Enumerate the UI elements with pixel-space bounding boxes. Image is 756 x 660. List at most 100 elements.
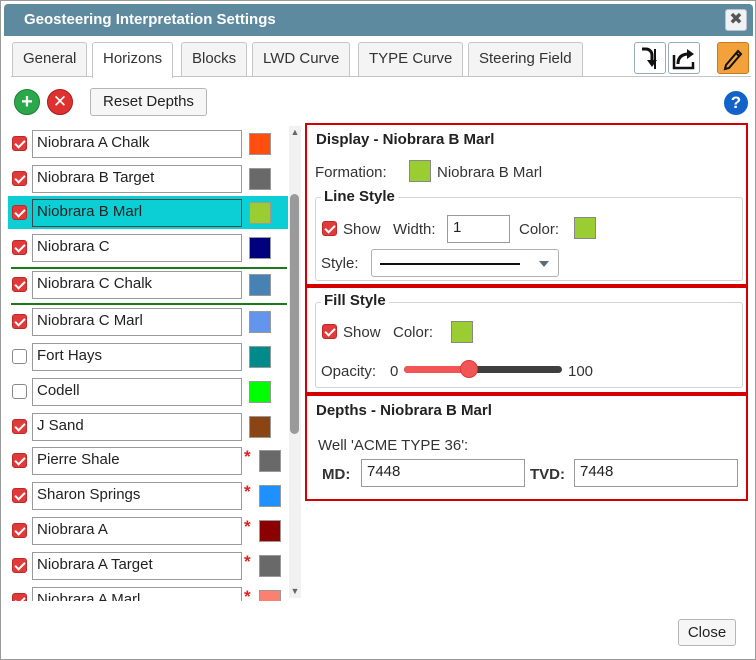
fill-show-checkbox[interactable] — [322, 324, 337, 339]
close-button[interactable]: Close — [678, 619, 736, 646]
visible-checkbox[interactable] — [12, 205, 27, 220]
depths-panel-title: Depths - Niobrara B Marl — [316, 402, 492, 419]
horizon-color-swatch[interactable] — [249, 168, 271, 190]
list-item[interactable]: Niobrara C Marl — [8, 305, 288, 338]
md-input[interactable]: 7448 — [361, 459, 525, 487]
horizon-color-swatch[interactable] — [249, 274, 271, 296]
required-marker: * — [244, 587, 251, 601]
visible-checkbox[interactable] — [12, 523, 27, 538]
reset-depths-button[interactable]: Reset Depths — [90, 88, 207, 116]
horizon-name-field[interactable]: Niobrara A Marl — [32, 587, 242, 601]
tab-type-curve[interactable]: TYPE Curve — [358, 42, 464, 76]
opacity-slider[interactable] — [404, 360, 562, 378]
opacity-min-label: 0 — [390, 363, 399, 380]
tab-lwd-curve[interactable]: LWD Curve — [252, 42, 351, 76]
horizon-color-swatch[interactable] — [249, 416, 271, 438]
visible-checkbox[interactable] — [12, 488, 27, 503]
slider-thumb[interactable] — [460, 360, 478, 378]
required-marker: * — [244, 447, 251, 466]
export-share-icon[interactable] — [668, 42, 700, 74]
horizon-color-swatch[interactable] — [259, 555, 281, 577]
line-color-swatch[interactable] — [574, 217, 596, 239]
scroll-up-icon[interactable]: ▲ — [289, 127, 301, 139]
horizon-name-field[interactable]: Niobrara A Target — [32, 552, 242, 580]
horizon-name-field[interactable]: J Sand — [32, 413, 242, 441]
horizon-name-field[interactable]: Niobrara B Target — [32, 165, 242, 193]
list-item[interactable]: Pierre Shale * — [8, 444, 288, 477]
tab-horizons[interactable]: Horizons — [92, 42, 174, 78]
well-label: Well 'ACME TYPE 36': — [318, 437, 469, 454]
line-width-input[interactable]: 1 — [447, 215, 510, 243]
list-item[interactable]: Niobrara B Target — [8, 162, 288, 195]
edit-pencil-icon[interactable] — [717, 42, 749, 74]
horizon-name-field[interactable]: Niobrara A — [32, 517, 242, 545]
visible-checkbox[interactable] — [12, 277, 27, 292]
tab-blocks[interactable]: Blocks — [181, 42, 248, 76]
list-item[interactable]: Niobrara A Marl * — [8, 584, 288, 601]
dialog-title: Geosteering Interpretation Settings — [24, 11, 276, 28]
line-style-legend: Line Style — [321, 188, 398, 205]
list-item[interactable]: Sharon Springs * — [8, 479, 288, 512]
list-item[interactable]: Niobrara C Chalk — [8, 268, 288, 301]
horizon-name-field[interactable]: Niobrara A Chalk — [32, 130, 242, 158]
visible-checkbox[interactable] — [12, 349, 27, 364]
horizon-color-swatch[interactable] — [259, 590, 281, 601]
visible-checkbox[interactable] — [12, 314, 27, 329]
list-item[interactable]: J Sand — [8, 410, 288, 443]
list-item[interactable]: Niobrara A * — [8, 514, 288, 547]
horizon-color-swatch[interactable] — [259, 450, 281, 472]
import-icon[interactable] — [634, 42, 666, 74]
remove-horizon-button[interactable]: ✕ — [47, 89, 73, 115]
line-show-label: Show — [343, 221, 381, 238]
line-show-checkbox[interactable] — [322, 221, 337, 236]
horizon-name-field[interactable]: Niobrara C — [32, 234, 242, 262]
fill-color-swatch[interactable] — [451, 321, 473, 343]
tab-general[interactable]: General — [12, 42, 88, 76]
horizon-name-field[interactable]: Niobrara C Chalk — [32, 271, 242, 299]
visible-checkbox[interactable] — [12, 558, 27, 573]
scrollbar-thumb[interactable] — [290, 194, 299, 434]
list-item[interactable]: Niobrara A Target * — [8, 549, 288, 582]
horizon-color-swatch[interactable] — [259, 520, 281, 542]
formation-name: Niobrara B Marl — [437, 164, 543, 181]
list-item[interactable]: Codell — [8, 375, 288, 408]
line-style-select[interactable] — [371, 249, 559, 277]
visible-checkbox[interactable] — [12, 240, 27, 255]
list-item[interactable]: Niobrara A Chalk — [8, 127, 288, 160]
list-item[interactable]: Fort Hays — [8, 340, 288, 373]
opacity-max-label: 100 — [568, 363, 594, 380]
close-icon[interactable]: ✖ — [725, 9, 747, 31]
horizon-name-field[interactable]: Codell — [32, 378, 242, 406]
horizon-color-swatch[interactable] — [249, 311, 271, 333]
visible-checkbox[interactable] — [12, 593, 27, 601]
list-item-selected[interactable]: Niobrara B Marl — [8, 196, 288, 229]
fill-style-legend: Fill Style — [321, 292, 389, 309]
horizon-name-field[interactable]: Fort Hays — [32, 343, 242, 371]
visible-checkbox[interactable] — [12, 171, 27, 186]
chevron-down-icon — [539, 261, 549, 267]
horizon-color-swatch[interactable] — [259, 485, 281, 507]
dialog-titlebar[interactable]: Geosteering Interpretation Settings ✖ — [4, 4, 753, 36]
horizon-color-swatch[interactable] — [249, 381, 271, 403]
line-style-preview — [380, 263, 520, 265]
visible-checkbox[interactable] — [12, 136, 27, 151]
tab-steering-field[interactable]: Steering Field — [468, 42, 583, 76]
add-horizon-button[interactable]: + — [14, 89, 40, 115]
horizon-color-swatch[interactable] — [249, 237, 271, 259]
depths-panel: Depths - Niobrara B Marl Well 'ACME TYPE… — [305, 394, 748, 501]
horizon-name-field[interactable]: Sharon Springs — [32, 482, 242, 510]
visible-checkbox[interactable] — [12, 384, 27, 399]
visible-checkbox[interactable] — [12, 419, 27, 434]
horizon-name-field[interactable]: Niobrara B Marl — [32, 199, 242, 227]
list-item[interactable]: Niobrara C — [8, 231, 288, 264]
horizon-name-field[interactable]: Pierre Shale — [32, 447, 242, 475]
visible-checkbox[interactable] — [12, 453, 27, 468]
horizon-color-swatch[interactable] — [249, 346, 271, 368]
fill-color-label: Color: — [393, 324, 434, 341]
help-icon[interactable]: ? — [724, 91, 748, 115]
tvd-input[interactable]: 7448 — [574, 459, 738, 487]
scroll-down-icon[interactable]: ▼ — [289, 586, 301, 598]
horizon-color-swatch[interactable] — [249, 133, 271, 155]
horizon-color-swatch[interactable] — [249, 202, 271, 224]
horizon-name-field[interactable]: Niobrara C Marl — [32, 308, 242, 336]
